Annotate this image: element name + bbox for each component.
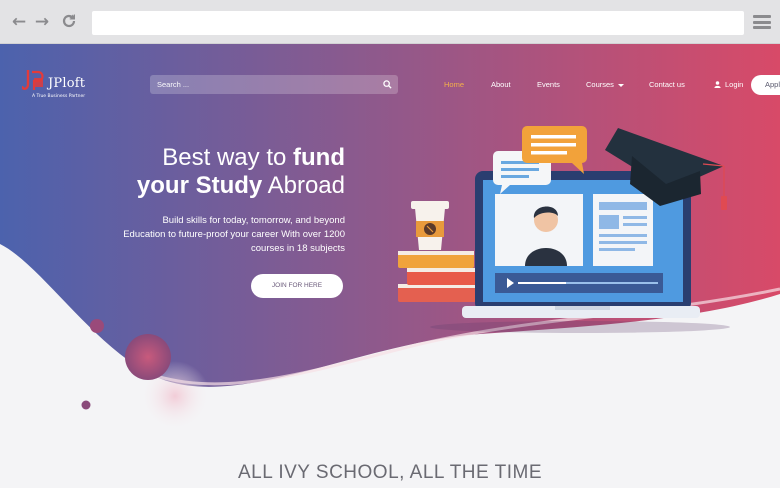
logo-tagline: A True Business Partner xyxy=(32,94,86,99)
hero-subtext: Build skills for today, tomorrow, and be… xyxy=(100,214,345,256)
subtext-line: Education to future-proof your career Wi… xyxy=(123,229,345,240)
nav-about[interactable]: About xyxy=(491,80,511,89)
join-button[interactable]: JOIN FOR HERE xyxy=(251,274,343,298)
subtext-line: courses in 18 subjects xyxy=(251,243,345,254)
hamburger-menu-icon[interactable] xyxy=(753,15,771,29)
site-logo[interactable]: JPloft A True Business Partner xyxy=(22,68,92,108)
hero-background xyxy=(0,44,780,431)
nav-contact[interactable]: Contact us xyxy=(649,80,685,89)
search-icon[interactable] xyxy=(383,80,392,89)
search-box xyxy=(150,75,398,94)
decor-dot xyxy=(81,400,91,410)
user-icon xyxy=(714,81,721,88)
nav-courses[interactable]: Courses xyxy=(586,80,624,89)
browser-toolbar: ← → xyxy=(0,0,780,44)
nav-home[interactable]: Home xyxy=(444,80,464,89)
address-bar[interactable] xyxy=(92,11,744,35)
chevron-down-icon xyxy=(617,83,624,87)
subtext-line: Build skills for today, tomorrow, and be… xyxy=(162,215,345,226)
login-label: Login xyxy=(725,80,744,89)
headline-light-2: Abroad xyxy=(262,172,345,199)
arrow-right-icon[interactable]: → xyxy=(33,13,51,31)
decor-dot xyxy=(90,319,104,333)
search-input[interactable] xyxy=(157,75,357,94)
apply-button[interactable]: Apply xyxy=(751,75,780,95)
nav-events[interactable]: Events xyxy=(537,80,560,89)
logo-text: JPloft xyxy=(48,76,86,91)
decor-circle xyxy=(125,334,171,380)
headline-bold-2: your Study xyxy=(136,172,263,199)
section-title: ALL IVY SCHOOL, ALL THE TIME xyxy=(237,462,543,483)
headline-light-1: Best way to xyxy=(162,144,294,171)
headline-bold-1: fund xyxy=(293,144,345,171)
arrow-left-icon[interactable]: ← xyxy=(10,13,28,31)
login-link[interactable]: Login xyxy=(714,80,743,89)
reload-icon[interactable] xyxy=(60,12,78,30)
nav-courses-label: Courses xyxy=(586,80,614,89)
hero-headline: Best way to fund your Study Abroad xyxy=(100,144,345,200)
jploft-logo-icon xyxy=(22,70,44,90)
website-viewport: JPloft A True Business Partner Home Abou… xyxy=(0,44,780,488)
